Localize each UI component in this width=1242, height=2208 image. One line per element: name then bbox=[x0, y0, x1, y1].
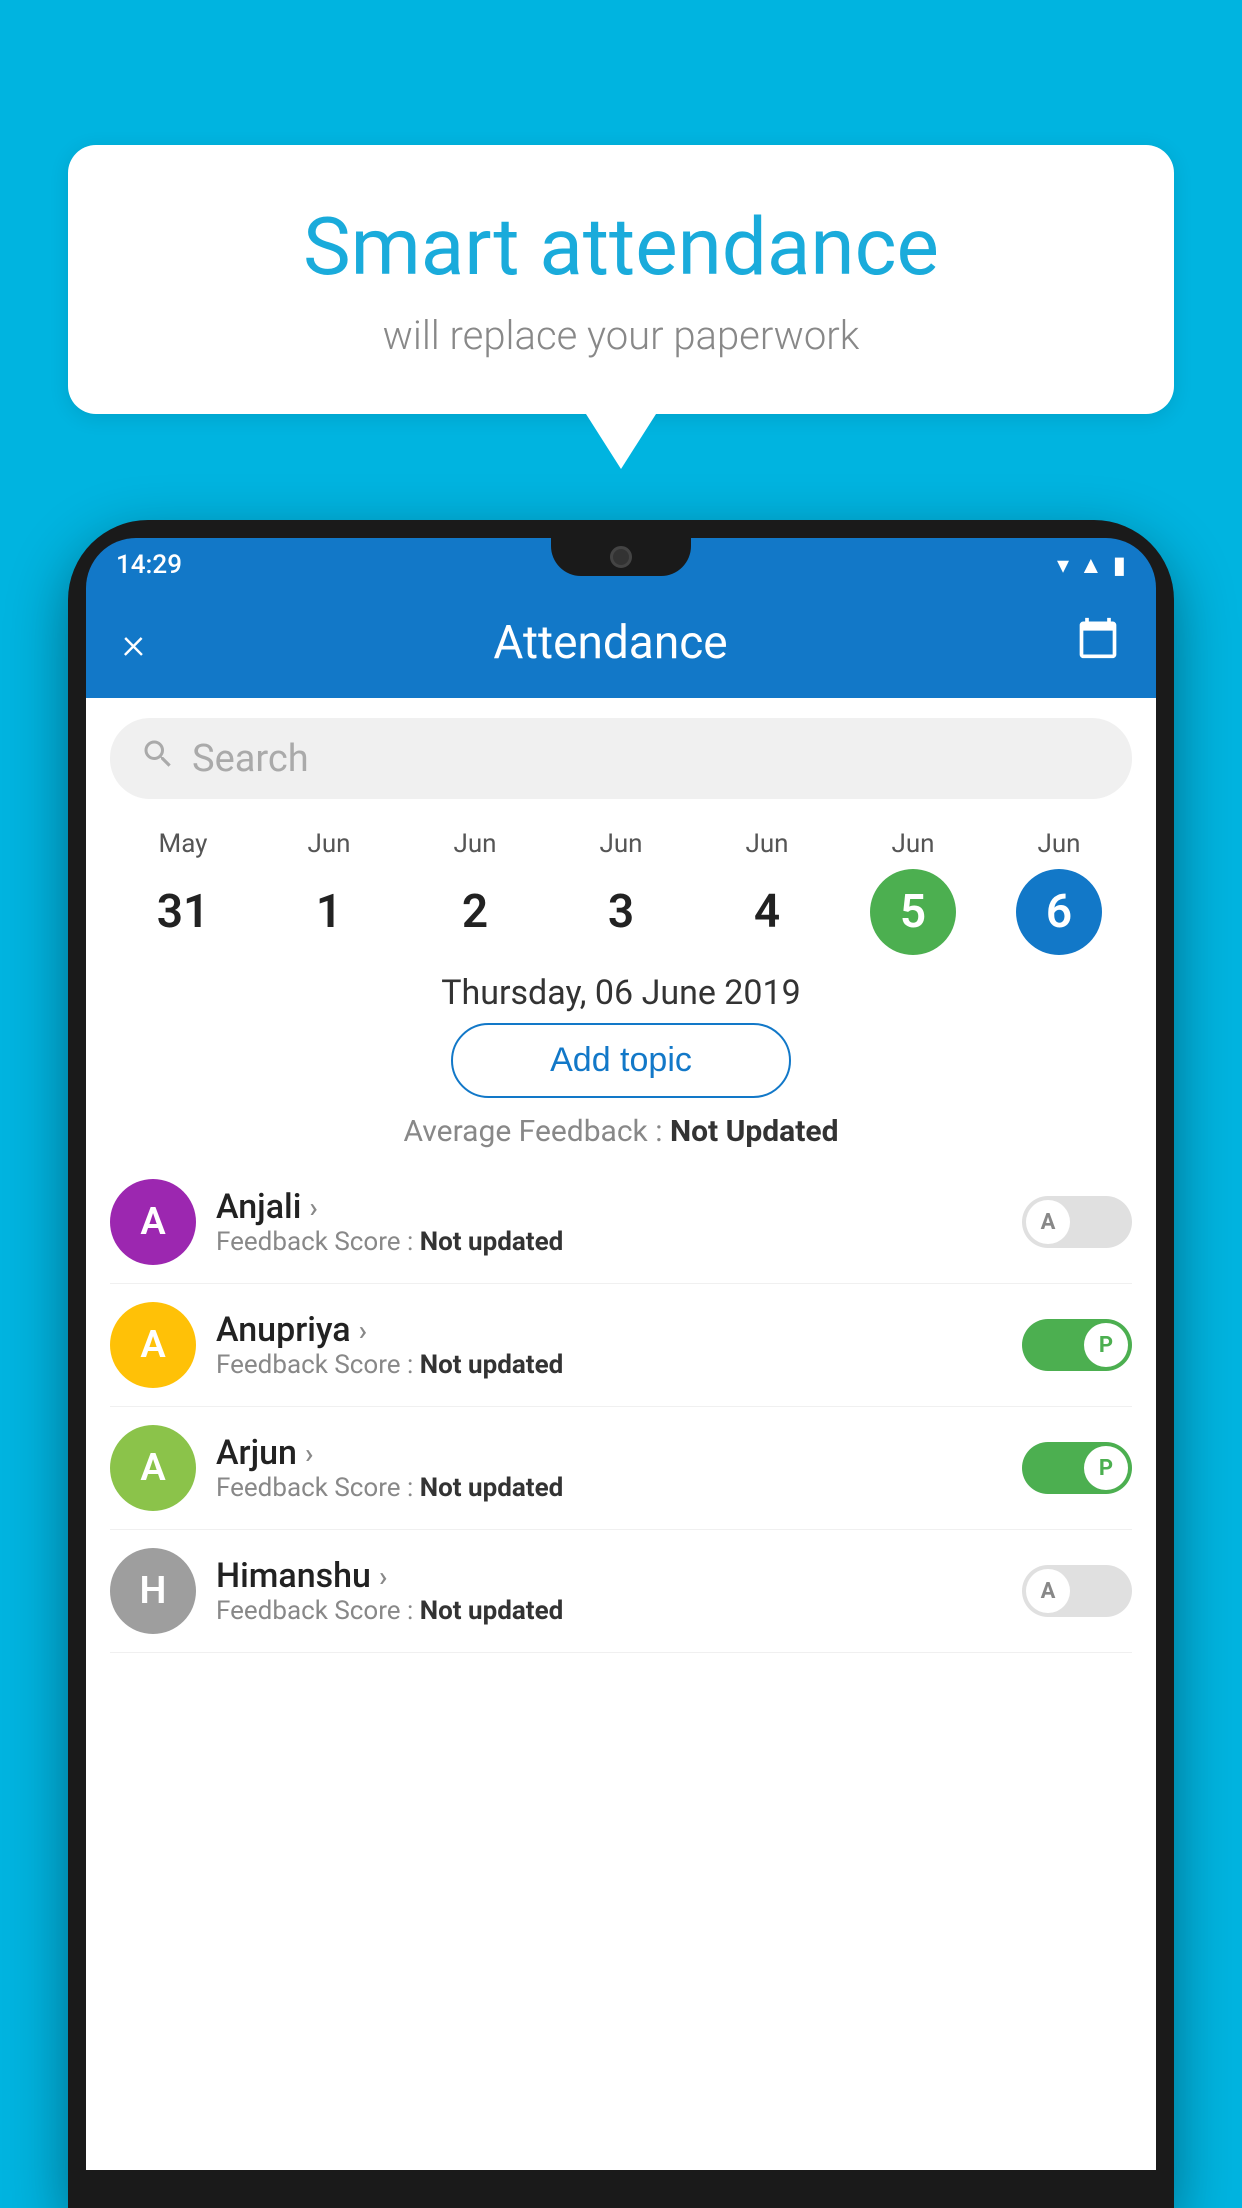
date-day-3[interactable]: 3 bbox=[578, 869, 664, 955]
notch bbox=[551, 538, 691, 576]
student-name-0: Anjali › bbox=[216, 1187, 1002, 1227]
camera bbox=[610, 546, 632, 568]
speech-bubble-subtitle: will replace your paperwork bbox=[128, 312, 1114, 359]
student-avatar-0: A bbox=[110, 1179, 196, 1265]
date-day-2[interactable]: 2 bbox=[432, 869, 518, 955]
student-info-3: Himanshu ›Feedback Score : Not updated bbox=[216, 1556, 1002, 1626]
student-avatar-1: A bbox=[110, 1302, 196, 1388]
date-month-5: Jun bbox=[891, 829, 934, 859]
student-row-3[interactable]: H Himanshu ›Feedback Score : Not updated A bbox=[110, 1530, 1132, 1653]
date-month-1: Jun bbox=[307, 829, 350, 859]
student-row-2[interactable]: A Arjun ›Feedback Score : Not updated P bbox=[110, 1407, 1132, 1530]
date-month-2: Jun bbox=[453, 829, 496, 859]
student-name-3: Himanshu › bbox=[216, 1556, 1002, 1596]
student-feedback-3: Feedback Score : Not updated bbox=[216, 1596, 1002, 1626]
date-cell-0[interactable]: May 31 bbox=[140, 829, 226, 955]
speech-bubble: Smart attendance will replace your paper… bbox=[68, 145, 1174, 414]
student-row-1[interactable]: A Anupriya ›Feedback Score : Not updated P bbox=[110, 1284, 1132, 1407]
phone-frame: 14:29 ▾ ▲ ▮ × Attendance bbox=[68, 520, 1174, 2208]
wifi-icon: ▾ bbox=[1057, 551, 1069, 579]
search-bar[interactable]: Search bbox=[110, 718, 1132, 799]
chevron-icon: › bbox=[359, 1314, 367, 1347]
student-info-0: Anjali ›Feedback Score : Not updated bbox=[216, 1187, 1002, 1257]
student-info-2: Arjun ›Feedback Score : Not updated bbox=[216, 1433, 1002, 1503]
speech-bubble-title: Smart attendance bbox=[128, 200, 1114, 294]
student-row-0[interactable]: A Anjali ›Feedback Score : Not updated A bbox=[110, 1161, 1132, 1284]
selected-date-label: Thursday, 06 June 2019 bbox=[86, 955, 1156, 1023]
avg-feedback-label: Average Feedback : bbox=[404, 1114, 663, 1149]
date-cell-2[interactable]: Jun 2 bbox=[432, 829, 518, 955]
student-name-1: Anupriya › bbox=[216, 1310, 1002, 1350]
student-list: AAnjali ›Feedback Score : Not updatedAAA… bbox=[86, 1161, 1156, 1653]
attendance-toggle-0[interactable]: A bbox=[1022, 1196, 1132, 1248]
date-day-6[interactable]: 6 bbox=[1016, 869, 1102, 955]
date-day-0[interactable]: 31 bbox=[140, 869, 226, 955]
attendance-toggle-2[interactable]: P bbox=[1022, 1442, 1132, 1494]
date-day-1[interactable]: 1 bbox=[286, 869, 372, 955]
battery-icon: ▮ bbox=[1113, 551, 1126, 579]
date-month-3: Jun bbox=[599, 829, 642, 859]
signal-icon: ▲ bbox=[1079, 551, 1103, 580]
close-button[interactable]: × bbox=[122, 617, 145, 669]
date-day-5[interactable]: 5 bbox=[870, 869, 956, 955]
speech-bubble-tail bbox=[586, 414, 656, 469]
date-row: May 31 Jun 1 Jun 2 Jun 3 Jun 4 Jun 5 Jun 6 bbox=[86, 819, 1156, 955]
speech-bubble-container: Smart attendance will replace your paper… bbox=[68, 145, 1174, 469]
add-topic-button[interactable]: Add topic bbox=[451, 1023, 791, 1098]
app-title: Attendance bbox=[493, 616, 727, 670]
student-feedback-1: Feedback Score : Not updated bbox=[216, 1350, 1002, 1380]
date-month-0: May bbox=[159, 829, 208, 859]
chevron-icon: › bbox=[305, 1437, 313, 1470]
student-info-1: Anupriya ›Feedback Score : Not updated bbox=[216, 1310, 1002, 1380]
date-day-4[interactable]: 4 bbox=[724, 869, 810, 955]
avg-feedback-value: Not Updated bbox=[670, 1114, 839, 1149]
search-icon bbox=[140, 736, 176, 781]
date-cell-5[interactable]: Jun 5 bbox=[870, 829, 956, 955]
date-month-4: Jun bbox=[745, 829, 788, 859]
attendance-toggle-1[interactable]: P bbox=[1022, 1319, 1132, 1371]
chevron-icon: › bbox=[309, 1191, 317, 1224]
chevron-icon: › bbox=[379, 1560, 387, 1593]
app-header: × Attendance bbox=[86, 588, 1156, 698]
student-feedback-2: Feedback Score : Not updated bbox=[216, 1473, 1002, 1503]
student-feedback-0: Feedback Score : Not updated bbox=[216, 1227, 1002, 1257]
phone-screen: × Attendance Search May31Jun1Jun2Jun3Jun… bbox=[86, 588, 1156, 2170]
date-cell-4[interactable]: Jun 4 bbox=[724, 829, 810, 955]
calendar-icon[interactable] bbox=[1076, 616, 1120, 670]
attendance-toggle-3[interactable]: A bbox=[1022, 1565, 1132, 1617]
date-cell-3[interactable]: Jun 3 bbox=[578, 829, 664, 955]
status-icons: ▾ ▲ ▮ bbox=[1057, 551, 1126, 580]
date-month-6: Jun bbox=[1037, 829, 1080, 859]
date-cell-1[interactable]: Jun 1 bbox=[286, 829, 372, 955]
student-name-2: Arjun › bbox=[216, 1433, 1002, 1473]
student-avatar-2: A bbox=[110, 1425, 196, 1511]
status-time: 14:29 bbox=[116, 550, 182, 580]
search-placeholder: Search bbox=[192, 737, 309, 781]
status-bar: 14:29 ▾ ▲ ▮ bbox=[86, 538, 1156, 588]
avg-feedback: Average Feedback : Not Updated bbox=[86, 1098, 1156, 1161]
date-cell-6[interactable]: Jun 6 bbox=[1016, 829, 1102, 955]
student-avatar-3: H bbox=[110, 1548, 196, 1634]
